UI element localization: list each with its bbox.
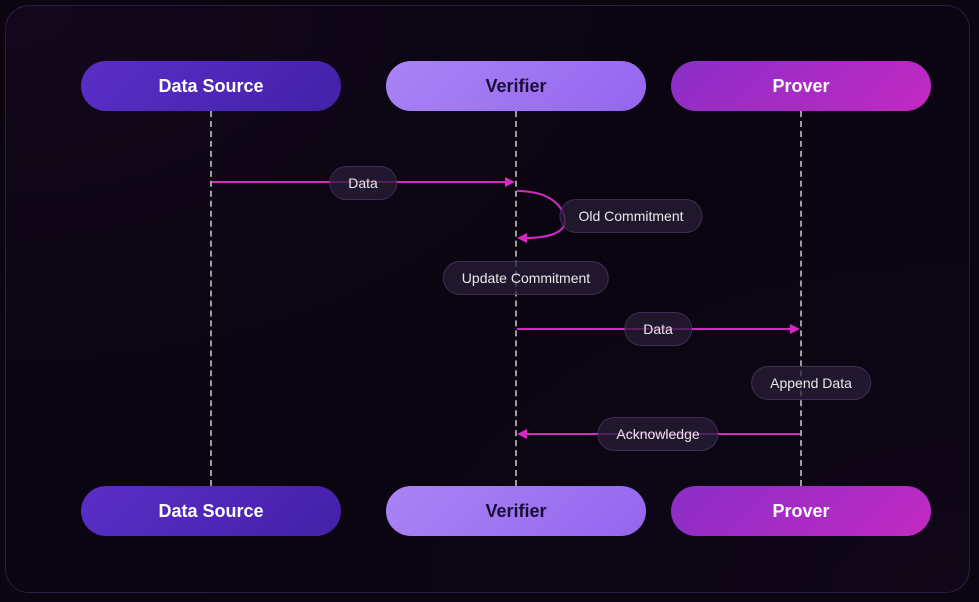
actor-label: Verifier <box>485 501 546 522</box>
arrow-head-icon <box>505 177 515 187</box>
message-data-1: Data <box>329 166 397 200</box>
actor-prover-top: Prover <box>671 61 931 111</box>
message-old-commitment: Old Commitment <box>559 199 702 233</box>
actor-prover-bottom: Prover <box>671 486 931 536</box>
actor-label: Prover <box>772 501 829 522</box>
message-acknowledge: Acknowledge <box>597 417 718 451</box>
actor-label: Verifier <box>485 76 546 97</box>
actor-label: Data Source <box>158 76 263 97</box>
lifeline-data-source <box>210 111 212 486</box>
actor-label: Prover <box>772 76 829 97</box>
actor-data-source-bottom: Data Source <box>81 486 341 536</box>
diagram-frame: { "actors": { "dataSource": "Data Source… <box>5 5 970 593</box>
message-append-data: Append Data <box>751 366 871 400</box>
actor-data-source-top: Data Source <box>81 61 341 111</box>
arrow-head-icon <box>790 324 800 334</box>
message-data-2: Data <box>624 312 692 346</box>
lifeline-prover <box>800 111 802 486</box>
actor-label: Data Source <box>158 501 263 522</box>
actor-verifier-bottom: Verifier <box>386 486 646 536</box>
actor-verifier-top: Verifier <box>386 61 646 111</box>
arrow-head-icon <box>517 429 527 439</box>
message-update-commitment: Update Commitment <box>443 261 609 295</box>
